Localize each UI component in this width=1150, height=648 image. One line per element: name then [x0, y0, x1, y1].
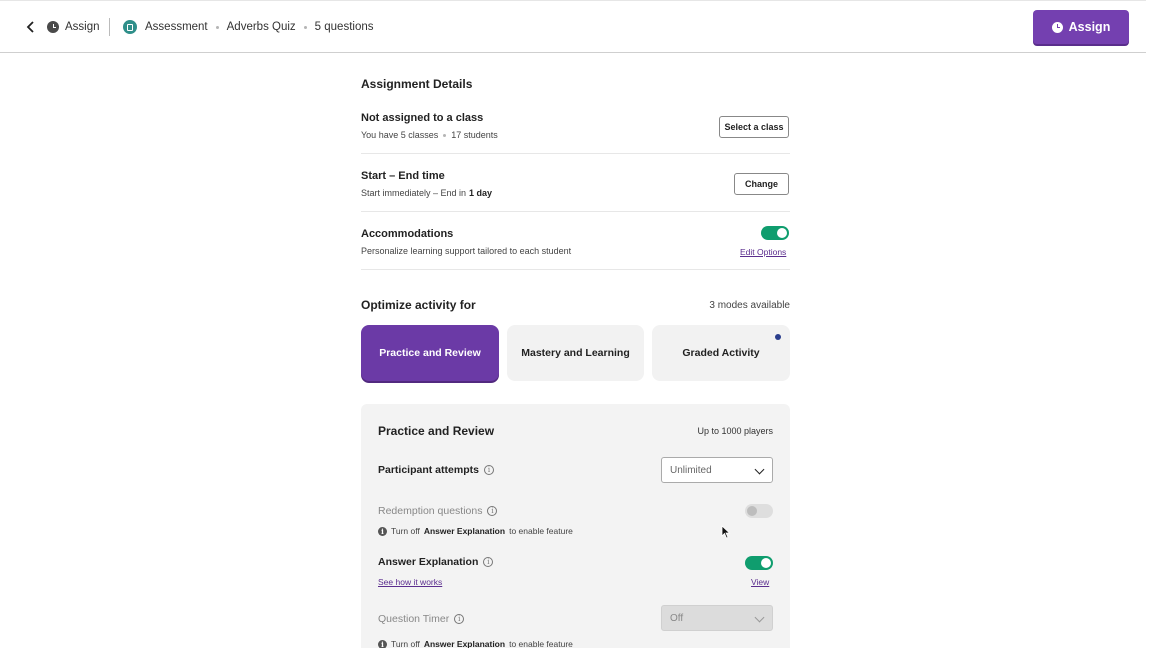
mode-mastery-and-learning[interactable]: Mastery and Learning — [507, 325, 644, 381]
breadcrumb: Assessment Adverbs Quiz 5 questions — [123, 1, 374, 53]
select-class-button[interactable]: Select a class — [719, 116, 789, 138]
info-icon[interactable]: i — [454, 614, 465, 624]
assignment-details-title: Assignment Details — [361, 77, 473, 91]
back-button[interactable] — [22, 17, 40, 37]
question-timer-label: Question Timer i — [378, 613, 465, 625]
modes-available: 3 modes available — [709, 300, 790, 311]
optimize-title: Optimize activity for — [361, 298, 476, 312]
breadcrumb-assign-label: Assign — [65, 21, 100, 33]
assign-button[interactable]: Assign — [1033, 10, 1129, 44]
see-how-it-works-link[interactable]: See how it works — [378, 577, 442, 587]
info-filled-icon: i — [378, 639, 387, 648]
answer-explanation-toggle[interactable] — [745, 556, 773, 570]
participant-attempts-value: Unlimited — [670, 464, 712, 476]
assignment-form: Assignment Details Not assigned to a cla… — [361, 0, 790, 648]
separator-dot — [303, 25, 307, 29]
breadcrumb-assign[interactable]: Assign — [47, 1, 100, 53]
chevron-down-icon — [754, 612, 765, 623]
timer-note: i Turn off Answer Explanation to enable … — [378, 639, 573, 648]
class-row-subtitle: You have 5 classes 17 students — [361, 130, 498, 140]
player-limit: Up to 1000 players — [697, 426, 773, 436]
participant-attempts-select[interactable]: Unlimited — [661, 457, 773, 483]
new-indicator-dot — [775, 334, 781, 340]
divider — [109, 18, 110, 36]
edit-options-link[interactable]: Edit Options — [740, 247, 786, 257]
divider — [361, 211, 790, 212]
time-row-prefix: Start immediately – End in — [361, 188, 467, 198]
note-prefix: Turn off — [391, 526, 420, 536]
students-count: 17 students — [451, 130, 498, 140]
note-prefix: Turn off — [391, 639, 420, 648]
clock-icon — [47, 21, 59, 33]
quiz-title: Adverbs Quiz — [226, 21, 296, 33]
info-filled-icon: i — [378, 526, 387, 536]
time-row-subtitle: Start immediately – End in 1 day — [361, 188, 492, 198]
note-bold: Answer Explanation — [423, 639, 506, 648]
question-timer-text: Question Timer — [378, 613, 450, 625]
time-row-title: Start – End time — [361, 170, 445, 182]
redemption-note: i Turn off Answer Explanation to enable … — [378, 526, 573, 536]
note-bold: Answer Explanation — [423, 526, 506, 536]
redemption-questions-toggle[interactable] — [745, 504, 773, 518]
info-icon[interactable]: i — [487, 506, 498, 516]
divider — [361, 153, 790, 154]
info-icon[interactable]: i — [483, 465, 494, 475]
chevron-left-icon — [26, 21, 34, 33]
participant-attempts-text: Participant attempts — [378, 464, 479, 476]
assessment-label: Assessment — [145, 21, 208, 33]
answer-explanation-text: Answer Explanation — [378, 556, 479, 568]
panel-title: Practice and Review — [378, 424, 495, 438]
accommodations-subtitle: Personalize learning support tailored to… — [361, 246, 572, 256]
note-suffix: to enable feature — [509, 639, 573, 648]
time-row-duration: 1 day — [469, 188, 493, 198]
accommodations-toggle[interactable] — [761, 226, 789, 240]
divider — [361, 269, 790, 270]
question-timer-value: Off — [670, 612, 684, 624]
mouse-cursor-icon — [721, 525, 731, 539]
quiz-icon — [123, 20, 137, 34]
classes-count: You have 5 classes — [361, 130, 439, 140]
mode-graded-activity-label: Graded Activity — [682, 347, 760, 359]
redemption-questions-text: Redemption questions — [378, 505, 483, 517]
change-time-button[interactable]: Change — [734, 173, 789, 195]
note-suffix: to enable feature — [509, 526, 573, 536]
answer-explanation-label: Answer Explanation i — [378, 556, 494, 568]
info-icon[interactable]: i — [483, 557, 494, 567]
separator-dot — [443, 133, 447, 137]
question-timer-select[interactable]: Off — [661, 605, 773, 631]
accommodations-title: Accommodations — [361, 228, 454, 240]
assign-button-label: Assign — [1068, 20, 1111, 34]
chevron-down-icon — [754, 464, 765, 475]
participant-attempts-label: Participant attempts i — [378, 464, 494, 476]
redemption-questions-label: Redemption questions i — [378, 505, 498, 517]
class-row-title: Not assigned to a class — [361, 112, 484, 124]
separator-dot — [215, 25, 219, 29]
clock-icon — [1051, 21, 1063, 33]
mode-practice-and-review[interactable]: Practice and Review — [361, 325, 499, 381]
view-link[interactable]: View — [751, 577, 769, 587]
mode-graded-activity[interactable]: Graded Activity — [652, 325, 790, 381]
